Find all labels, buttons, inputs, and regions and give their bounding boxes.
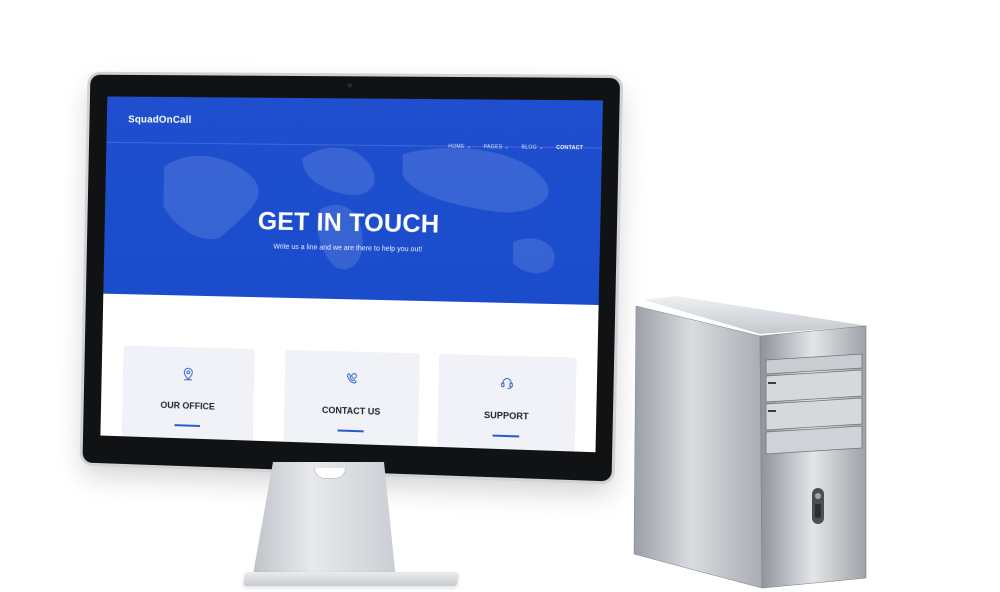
card-divider [174,424,200,427]
nav-item-label: CONTACT [556,144,584,152]
card-contact-us[interactable]: CONTACT US [283,349,420,453]
monitor-stand-neck [252,462,396,580]
card-support[interactable]: SUPPORT [436,353,577,453]
nav-item-contact[interactable]: CONTACT [556,145,583,151]
nav-item-home[interactable]: HOME ⌄ [448,143,472,150]
nav-item-pages[interactable]: PAGES ⌄ [483,143,510,151]
monitor: SquadOnCall HOME ⌄ PAGES ⌄ BLOG ⌄ CONTAC… [82,74,621,482]
monitor-stand-base [243,572,459,586]
nav-item-label: BLOG [521,144,538,151]
location-pin-icon [181,367,195,381]
phone-chat-icon [345,371,359,385]
card-divider [337,429,364,433]
nav-item-label: PAGES [483,144,503,151]
card-label: SUPPORT [483,409,529,422]
card-label: OUR OFFICE [160,399,215,412]
nav-item-label: HOME [448,143,465,150]
chevron-down-icon: ⌄ [504,143,510,150]
brand-logo[interactable]: SquadOnCall [128,114,192,126]
header-bar: SquadOnCall [106,96,603,149]
headset-support-icon [500,376,515,391]
camera-dot [347,83,352,88]
hero-section: SquadOnCall HOME ⌄ PAGES ⌄ BLOG ⌄ CONTAC… [103,96,603,306]
card-divider [492,434,520,438]
scene: SquadOnCall HOME ⌄ PAGES ⌄ BLOG ⌄ CONTAC… [0,0,1000,592]
contact-cards: OUR OFFICE CONTACT US SUPPORT [121,345,583,453]
chevron-down-icon: ⌄ [539,144,544,151]
card-our-office[interactable]: OUR OFFICE [121,345,255,453]
pc-tower [633,296,868,589]
nav-item-blog[interactable]: BLOG ⌄ [521,144,544,151]
chevron-down-icon: ⌄ [466,143,472,150]
card-label: CONTACT US [321,404,381,417]
monitor-screen: SquadOnCall HOME ⌄ PAGES ⌄ BLOG ⌄ CONTAC… [100,96,603,453]
